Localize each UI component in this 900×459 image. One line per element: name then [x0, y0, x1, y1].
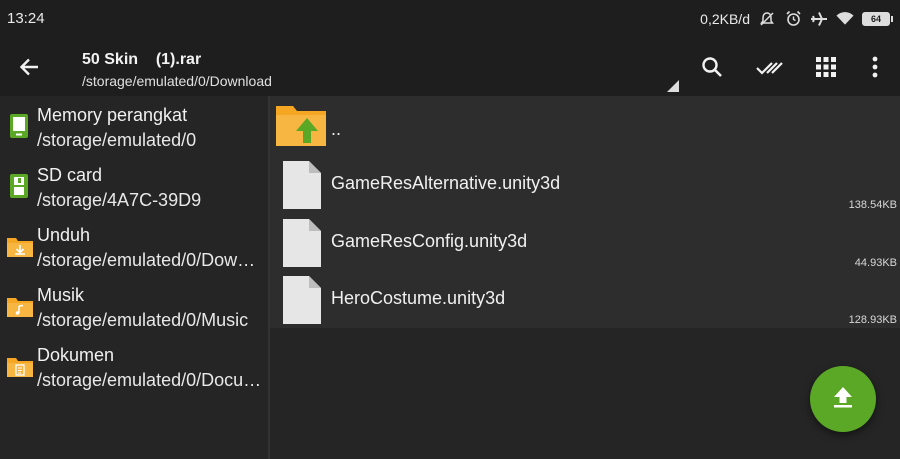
alarm-icon: [784, 10, 802, 27]
music-folder-icon: [6, 293, 33, 319]
location-name: SD card: [37, 165, 103, 185]
grid-view-icon[interactable]: [813, 54, 839, 80]
folder-up-icon: [275, 103, 327, 147]
file-size: 44.93KB: [854, 257, 897, 269]
net-speed: 0,2KB/d: [700, 10, 750, 27]
path-dropdown-icon[interactable]: [667, 80, 679, 92]
archive-title: 50 Skin (1).rar: [82, 51, 202, 68]
status-bar: 13:24 0,2KB/d 64: [0, 0, 900, 37]
back-arrow-icon[interactable]: [16, 55, 44, 79]
airplane-icon: [810, 11, 828, 27]
location-sd-card[interactable]: SD card /storage/4A7C-39D9: [0, 157, 268, 217]
location-dokumen[interactable]: Dokumen /storage/emulated/0/Documents: [0, 337, 268, 397]
sd-card-icon: [6, 173, 32, 199]
battery-icon: 64: [862, 11, 893, 26]
location-name: Musik: [37, 285, 85, 305]
list-item-file[interactable]: GameResConfig.unity3d 44.93KB: [270, 213, 900, 271]
list-item-file[interactable]: GameResAlternative.unity3d 138.54KB: [270, 155, 900, 213]
location-unduh[interactable]: Unduh /storage/emulated/0/Download: [0, 217, 268, 277]
file-size: 138.54KB: [848, 199, 897, 211]
list-item-parent[interactable]: ..: [270, 97, 900, 155]
search-icon[interactable]: [699, 54, 725, 80]
file-size: 128.93KB: [848, 314, 897, 326]
bell-muted-icon: [758, 11, 776, 27]
file-icon: [282, 274, 322, 324]
toolbar: 50 Skin (1).rar /storage/emulated/0/Down…: [0, 37, 900, 96]
select-all-icon[interactable]: [754, 54, 786, 80]
location-name: Memory perangkat: [37, 105, 188, 125]
location-path: /storage/emulated/0/Documents: [37, 370, 265, 390]
location-path: /storage/emulated/0: [37, 130, 197, 150]
location-name: Dokumen: [37, 345, 115, 365]
upload-fab-button[interactable]: [810, 366, 876, 432]
file-name: HeroCostume.unity3d: [331, 288, 506, 308]
file-name: GameResAlternative.unity3d: [331, 173, 561, 193]
file-icon: [282, 217, 322, 267]
location-name: Unduh: [37, 225, 91, 245]
location-musik[interactable]: Musik /storage/emulated/0/Music: [0, 277, 268, 337]
current-path[interactable]: /storage/emulated/0/Download: [82, 73, 272, 89]
download-folder-icon: [6, 233, 33, 259]
more-icon[interactable]: [862, 54, 888, 80]
location-path: /storage/emulated/0/Download: [37, 250, 265, 270]
wifi-icon: [836, 11, 854, 27]
file-name: ..: [331, 119, 342, 139]
status-time: 13:24: [7, 10, 45, 27]
battery-level: 64: [862, 11, 890, 26]
upload-icon: [833, 386, 853, 413]
file-icon: [282, 159, 322, 209]
phone-storage-icon: [6, 113, 32, 139]
list-item-file[interactable]: HeroCostume.unity3d 128.93KB: [270, 270, 900, 328]
file-name: GameResConfig.unity3d: [331, 231, 528, 251]
location-memory[interactable]: Memory perangkat /storage/emulated/0: [0, 97, 268, 157]
location-path: /storage/4A7C-39D9: [37, 190, 202, 210]
location-path: /storage/emulated/0/Music: [37, 310, 249, 330]
document-folder-icon: [6, 353, 33, 379]
